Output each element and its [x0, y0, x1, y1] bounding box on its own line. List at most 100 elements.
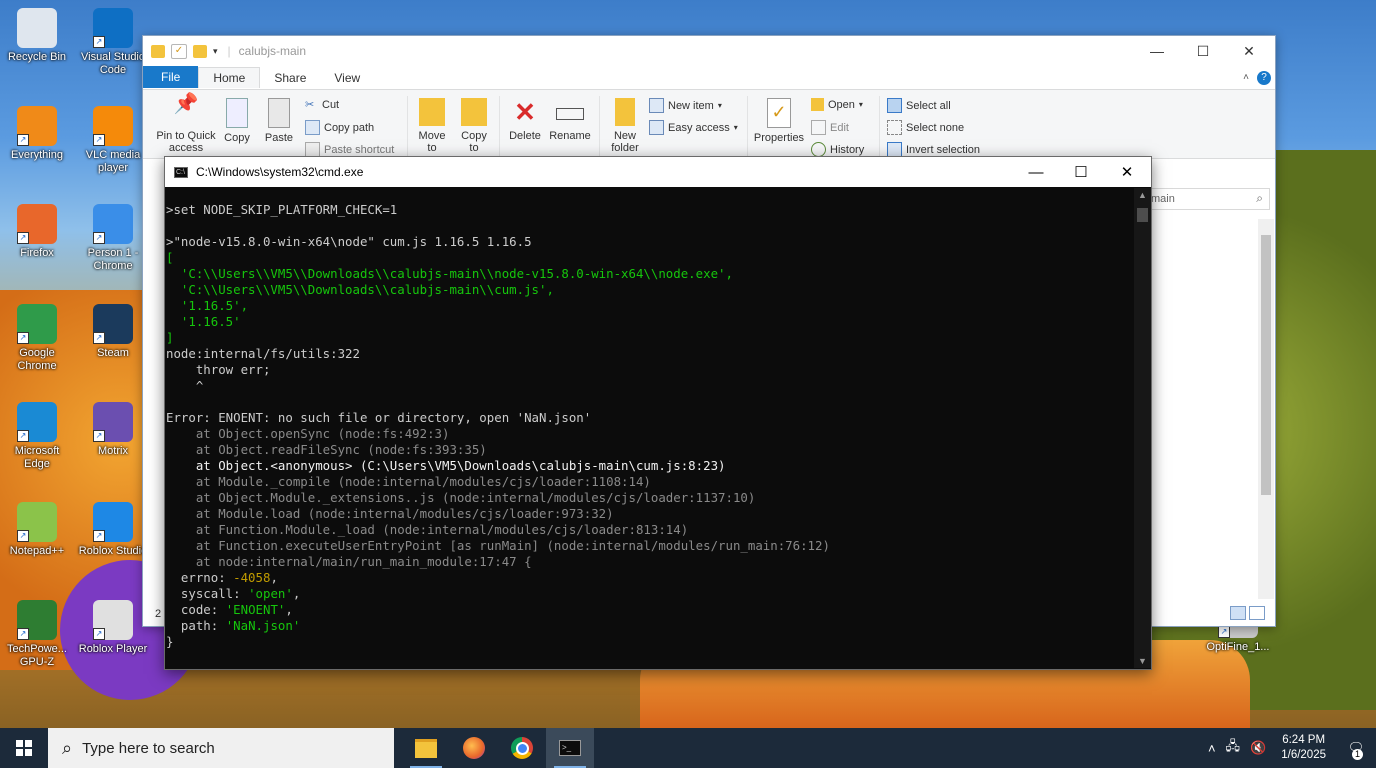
explorer-search-input[interactable]: main ⌕	[1146, 188, 1270, 210]
explorer-scrollbar[interactable]	[1258, 219, 1274, 599]
desktop-icon[interactable]: ↗ Everything	[2, 106, 72, 162]
rename-button[interactable]: Rename	[547, 98, 593, 142]
explorer-maximize-button[interactable]: ☐	[1180, 36, 1226, 66]
cmd-minimize-button[interactable]: —	[1013, 157, 1059, 187]
easy-access-button[interactable]: Easy access ▾	[649, 120, 738, 135]
desktop-icon[interactable]: ↗ Roblox Studio	[78, 502, 148, 558]
details-view-icon[interactable]	[1230, 606, 1246, 620]
edit-button[interactable]: Edit	[811, 120, 849, 135]
desktop-icon[interactable]: ↗ VLC media player	[78, 106, 148, 175]
taskbar-file-explorer[interactable]	[402, 728, 450, 768]
paste-shortcut-button[interactable]: Paste shortcut	[305, 142, 394, 157]
desktop-icon[interactable]: ↗ Motrix	[78, 402, 148, 458]
desktop-icon[interactable]: ↗ Microsoft Edge	[2, 402, 72, 471]
ribbon-collapse-icon[interactable]: ˄	[1243, 72, 1249, 83]
explorer-scrollbar-thumb[interactable]	[1261, 235, 1271, 495]
copy-path-label: Copy path	[324, 121, 375, 134]
properties-check-icon[interactable]: ✓	[171, 43, 187, 59]
new-folder-quick-icon[interactable]	[193, 44, 207, 58]
cmd-scrollbar-thumb[interactable]	[1137, 208, 1148, 222]
tab-file[interactable]: File	[143, 66, 199, 88]
delete-button[interactable]: ✕ Delete	[505, 98, 545, 142]
taskbar-firefox[interactable]	[450, 728, 498, 768]
tab-share[interactable]: Share	[260, 68, 320, 88]
tab-home[interactable]: Home	[198, 67, 261, 88]
paste-button[interactable]: Paste	[261, 98, 297, 144]
move-to-button[interactable]: Move to	[415, 98, 449, 154]
desktop-icon[interactable]: ↗ TechPowe... GPU-Z	[2, 600, 72, 669]
cmd-window[interactable]: C:\ C:\Windows\system32\cmd.exe — ☐ ✕ >s…	[164, 156, 1152, 670]
desktop-icon[interactable]: ↗ Roblox Player	[78, 600, 148, 656]
network-icon[interactable]: 🖧	[1226, 737, 1241, 759]
notification-center-button[interactable]: 🗨 1	[1336, 728, 1376, 768]
clock[interactable]: 6:24 PM 1/6/2025	[1281, 733, 1326, 763]
copy-to-button[interactable]: Copy to	[457, 98, 491, 154]
desktop-icon[interactable]: Recycle Bin	[2, 8, 72, 64]
explorer-titlebar[interactable]: ✓ ▾ | calubjs-main	[143, 36, 1275, 66]
explorer-close-button[interactable]: ✕	[1226, 36, 1272, 66]
chrome-icon	[511, 737, 533, 759]
cmd-output-line: '1.16.5',	[166, 298, 249, 313]
cmd-taskbar-icon: >_	[559, 740, 581, 756]
cmd-output-line: >"node-v15.8.0-win-x64\node" cum.js 1.16…	[166, 234, 532, 249]
history-button[interactable]: History	[811, 142, 864, 157]
pin-label: Pin to Quick access	[156, 130, 216, 154]
copy-icon	[226, 98, 248, 128]
cmd-output-line: '1.16.5'	[166, 314, 241, 329]
cmd-output-line: at node:internal/main/run_main_module:17…	[166, 554, 532, 569]
cmd-output-line: throw err;	[166, 362, 271, 377]
select-all-button[interactable]: Select all	[887, 98, 951, 113]
select-none-button[interactable]: Select none	[887, 120, 964, 135]
explorer-minimize-button[interactable]: —	[1134, 36, 1180, 66]
new-item-button[interactable]: New item ▾	[649, 98, 722, 113]
chevron-down-icon: ▾	[717, 101, 722, 110]
cmd-output-line: }	[166, 634, 174, 649]
desktop-icon[interactable]: ↗ Firefox	[2, 204, 72, 260]
taskbar-search-placeholder: Type here to search	[82, 739, 215, 757]
new-folder-button[interactable]: New folder	[605, 98, 645, 154]
copy-button[interactable]: Copy	[221, 98, 253, 144]
volume-muted-icon[interactable]: 🔇	[1250, 740, 1266, 756]
open-button[interactable]: Open ▾	[811, 98, 863, 111]
desktop-icon-label: Roblox Studio	[78, 545, 148, 557]
pin-icon: 📌	[173, 93, 199, 115]
cmd-output-line: >set NODE_SKIP_PLATFORM_CHECK=1	[166, 202, 398, 217]
shortcut-arrow-icon: ↗	[93, 628, 105, 640]
desktop-icon[interactable]: ↗ Notepad++	[2, 502, 72, 558]
cmd-scrollbar[interactable]: ▲ ▼	[1134, 188, 1151, 668]
move-to-icon	[419, 98, 445, 126]
invert-selection-button[interactable]: Invert selection	[887, 142, 980, 157]
file-explorer-icon	[415, 738, 437, 758]
ribbon-home: 📌 Pin to Quick access Copy Paste ✂ Cut Co…	[143, 89, 1275, 159]
desktop-icon-label: OptiFine_1...	[1206, 641, 1270, 653]
desktop-icon[interactable]: ↗ Google Chrome	[2, 304, 72, 373]
cmd-output[interactable]: >set NODE_SKIP_PLATFORM_CHECK=1 >"node-v1…	[165, 188, 1133, 668]
taskbar-search-input[interactable]: ⌕ Type here to search	[48, 728, 394, 768]
edit-icon	[811, 120, 826, 135]
taskbar-cmd[interactable]: >_	[546, 728, 594, 768]
start-button[interactable]	[0, 728, 48, 768]
cmd-scroll-up-icon[interactable]: ▲	[1134, 190, 1151, 200]
tray-overflow-icon[interactable]: ˄	[1208, 741, 1216, 756]
cut-button[interactable]: ✂ Cut	[305, 98, 339, 112]
tab-view[interactable]: View	[320, 68, 374, 88]
cmd-close-button[interactable]: ✕	[1104, 157, 1150, 187]
cmd-output-line: at Function.executeUserEntryPoint [as ru…	[166, 538, 830, 553]
pin-to-quick-access-button[interactable]: 📌 Pin to Quick access	[149, 93, 223, 154]
desktop-icon[interactable]: ↗ Person 1 - Chrome	[78, 204, 148, 273]
taskbar-chrome[interactable]	[498, 728, 546, 768]
large-icons-view-icon[interactable]	[1249, 606, 1265, 620]
cmd-scroll-down-icon[interactable]: ▼	[1134, 656, 1151, 666]
open-icon	[811, 98, 824, 111]
properties-button[interactable]: ✓ Properties	[753, 98, 805, 144]
search-icon: ⌕	[62, 737, 73, 758]
cmd-maximize-button[interactable]: ☐	[1058, 157, 1104, 187]
shortcut-arrow-icon: ↗	[93, 134, 105, 146]
desktop-icon[interactable]: ↗ Steam	[78, 304, 148, 360]
desktop-icon[interactable]: ↗ Visual Studio Code	[78, 8, 148, 77]
quick-access-dropdown-icon[interactable]: ▾	[213, 46, 218, 57]
cmd-titlebar[interactable]: C:\ C:\Windows\system32\cmd.exe — ☐ ✕	[165, 157, 1151, 187]
help-icon[interactable]: ?	[1257, 71, 1271, 85]
cmd-output-line: errno: -4058,	[166, 570, 278, 585]
copy-path-button[interactable]: Copy path	[305, 120, 374, 135]
